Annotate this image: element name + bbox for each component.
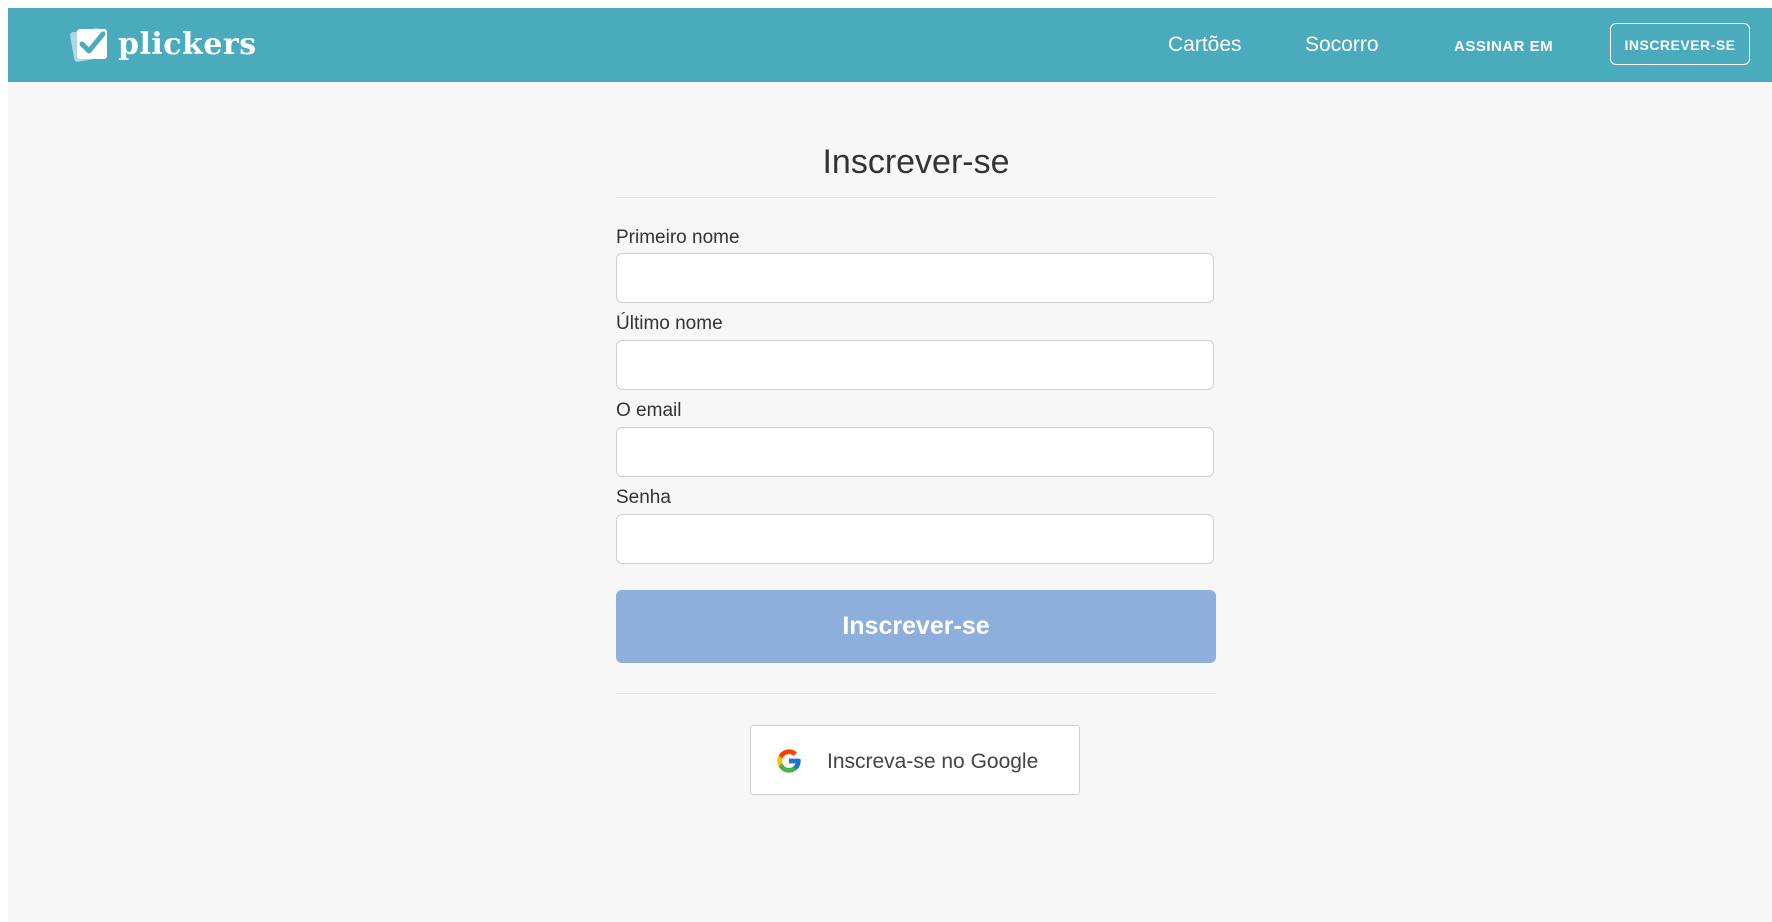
google-g-icon [777,749,801,773]
plickers-logo-icon [70,28,107,62]
nav-help-link[interactable]: Socorro [1305,8,1379,82]
nav-sign-in-link[interactable]: ASSINAR EM [1454,10,1553,84]
title-divider [616,197,1216,198]
first-name-input[interactable] [616,253,1214,303]
nav-cards-link[interactable]: Cartões [1168,8,1242,82]
google-sign-up-button[interactable]: Inscreva-se no Google [750,725,1080,795]
password-input[interactable] [616,514,1214,564]
page: plickers Cartões Socorro ASSINAR EM INSC… [8,8,1772,922]
brand-name: plickers [118,26,257,62]
nav-sign-up-button[interactable]: INSCREVER-SE [1610,23,1750,65]
page-title: Inscrever-se [822,143,1010,181]
first-name-label: Primeiro nome [616,227,740,248]
last-name-label: Último nome [616,313,723,334]
top-navigation-bar: plickers Cartões Socorro ASSINAR EM INSC… [8,8,1772,82]
email-input[interactable] [616,427,1214,477]
brand-logo[interactable]: plickers [70,22,257,66]
password-label: Senha [616,487,671,508]
last-name-input[interactable] [616,340,1214,390]
google-sign-up-label: Inscreva-se no Google [827,750,1039,773]
email-label: O email [616,400,682,421]
section-divider [616,693,1216,694]
sign-up-submit-button[interactable]: Inscrever-se [616,590,1216,663]
